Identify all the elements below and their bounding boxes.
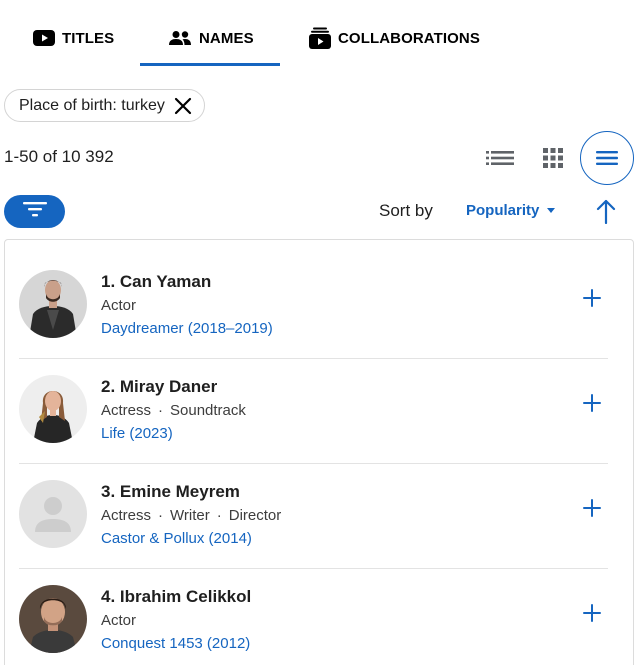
- add-icon[interactable]: [581, 497, 603, 519]
- add-icon[interactable]: [581, 602, 603, 624]
- person-roles: Actor: [101, 297, 136, 314]
- result-count: 1-50 of 10 392: [4, 147, 114, 166]
- youtube-play-icon: [33, 30, 55, 51]
- avatar[interactable]: [19, 585, 87, 653]
- known-for-link[interactable]: Daydreamer (2018–2019): [101, 320, 273, 337]
- sort-by-label: Sort by: [379, 201, 433, 220]
- chevron-down-icon: [547, 208, 556, 213]
- list-item[interactable]: 2. Miray Daner Actress · Soundtrack Life (…: [19, 359, 608, 464]
- tab-collaborations[interactable]: COLLABORATIONS: [298, 12, 498, 66]
- person-roles: Actor: [101, 612, 136, 629]
- role: Actress: [101, 402, 152, 419]
- role: Director: [228, 507, 282, 524]
- sort-value: Popularity: [466, 202, 540, 219]
- result-type-tabs: TITLES NAMES COLLABORATIONS: [0, 12, 641, 66]
- person-name[interactable]: 3. Emine Meyrem: [101, 482, 240, 502]
- collection-icon: [309, 27, 331, 54]
- person-roles: Actress · Soundtrack: [101, 402, 246, 419]
- filter-icon: [22, 201, 47, 222]
- list-item[interactable]: 1. Can Yaman Actor Daydreamer (2018–2019…: [19, 254, 608, 359]
- role: Soundtrack: [170, 402, 246, 419]
- known-for-link[interactable]: Life (2023): [101, 425, 173, 442]
- known-for-link[interactable]: Conquest 1453 (2012): [101, 635, 250, 652]
- add-icon[interactable]: [581, 287, 603, 309]
- filter-chip-label: Place of birth: turkey: [19, 96, 165, 114]
- add-icon[interactable]: [581, 392, 603, 414]
- role-separator: ·: [158, 402, 164, 419]
- place-of-birth-filter-chip[interactable]: Place of birth: turkey: [4, 89, 205, 122]
- avatar[interactable]: [19, 375, 87, 443]
- tab-titles-label: TITLES: [62, 30, 115, 47]
- results-list: 1. Can Yaman Actor Daydreamer (2018–2019…: [4, 239, 634, 665]
- people-icon: [168, 30, 192, 51]
- tab-titles[interactable]: TITLES: [22, 12, 130, 66]
- person-roles: Actress · Writer · Director: [101, 507, 281, 524]
- avatar[interactable]: [19, 270, 87, 338]
- sort-select[interactable]: Popularity: [466, 202, 556, 219]
- person-name[interactable]: 2. Miray Daner: [101, 377, 217, 397]
- list-view-icon[interactable]: [484, 146, 516, 170]
- role-separator: ·: [216, 507, 222, 524]
- arrow-up-icon[interactable]: [595, 198, 617, 229]
- detailed-view-icon[interactable]: [580, 131, 634, 185]
- avatar-placeholder[interactable]: [19, 480, 87, 548]
- role: Actor: [101, 297, 137, 314]
- role-separator: ·: [158, 507, 164, 524]
- grid-view-icon[interactable]: [541, 146, 565, 170]
- person-name[interactable]: 4. Ibrahim Celikkol: [101, 587, 251, 607]
- role: Actor: [101, 612, 137, 629]
- tab-names[interactable]: NAMES: [140, 12, 280, 66]
- tab-collaborations-label: COLLABORATIONS: [338, 30, 480, 47]
- known-for-link[interactable]: Castor & Pollux (2014): [101, 530, 252, 547]
- person-name[interactable]: 1. Can Yaman: [101, 272, 211, 292]
- list-item[interactable]: 4. Ibrahim Celikkol Actor Conquest 1453 …: [19, 569, 608, 665]
- role: Writer: [170, 507, 210, 524]
- role: Actress: [101, 507, 152, 524]
- tab-names-label: NAMES: [199, 30, 254, 47]
- close-icon[interactable]: [174, 97, 192, 115]
- filter-button[interactable]: [4, 195, 65, 228]
- list-item[interactable]: 3. Emine Meyrem Actress · Writer · Director …: [19, 464, 608, 569]
